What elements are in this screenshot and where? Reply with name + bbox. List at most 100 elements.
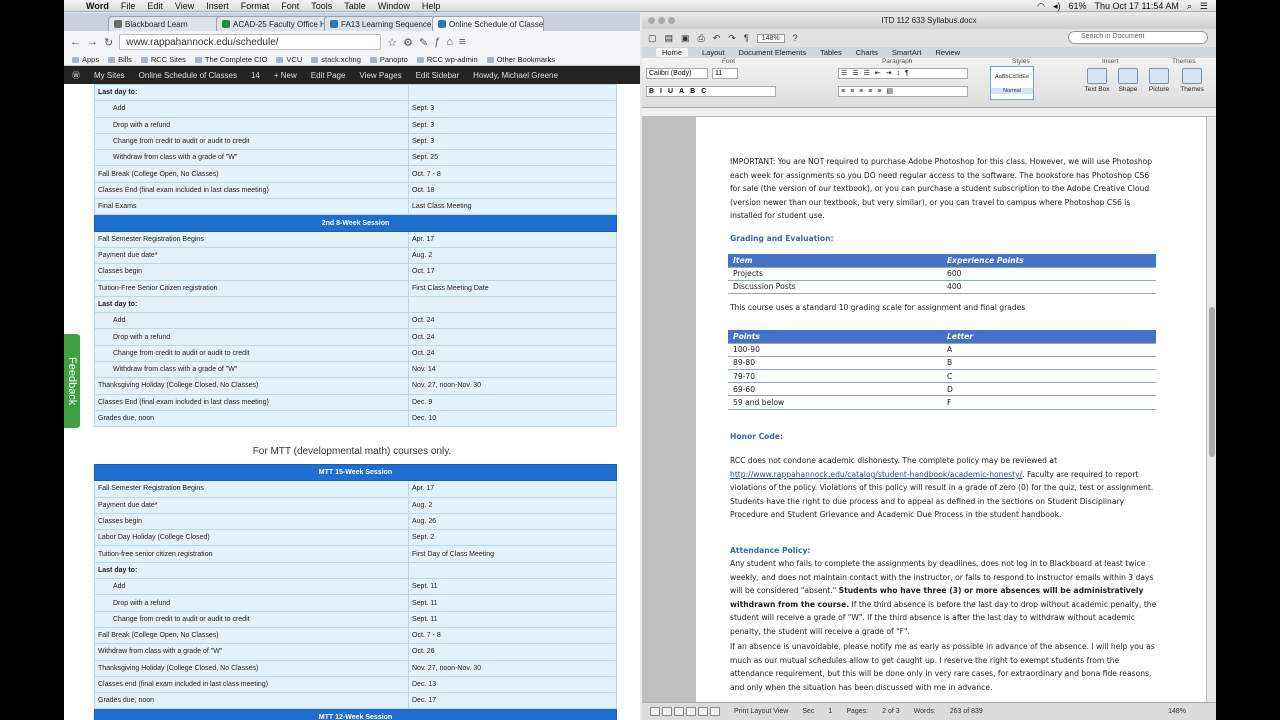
help-icon[interactable]: ? — [793, 33, 798, 43]
group-styles: Styles — [1012, 58, 1030, 65]
menu-help[interactable]: Help — [422, 1, 441, 11]
forward-icon[interactable]: → — [87, 36, 98, 48]
save-icon[interactable]: ▣ — [681, 33, 690, 44]
close-icon[interactable] — [648, 17, 655, 24]
zoom-select[interactable]: 148% — [756, 33, 785, 43]
bookmark-bills[interactable]: Bills — [108, 55, 132, 64]
redo-icon[interactable]: ↷ — [728, 33, 736, 44]
extension-icon[interactable]: ⚙ — [403, 36, 413, 49]
paragraph-marks-icon[interactable]: ¶ — [744, 33, 749, 43]
menu-icon[interactable]: ≡ — [459, 36, 465, 48]
ruler[interactable] — [642, 108, 1216, 117]
format-buttons[interactable]: BIUABC — [646, 86, 776, 97]
menu-edit[interactable]: Edit — [147, 1, 163, 11]
spotlight-icon[interactable]: ⌕ — [1187, 1, 1192, 12]
view-print-icon[interactable] — [686, 707, 696, 716]
reload-icon[interactable]: ↻ — [104, 36, 113, 49]
bookmark-rcc-sites[interactable]: RCC Sites — [141, 55, 186, 64]
bookmark-complete-cio[interactable]: The Complete CIO — [195, 55, 268, 64]
extension-icon[interactable]: ⌂ — [446, 36, 453, 48]
tab-fa13[interactable]: FA13 Learning Sequence — [324, 16, 436, 31]
document-page[interactable]: IMPORTANT: You are NOT required to purch… — [696, 117, 1208, 702]
extension-icon[interactable]: ƒ — [434, 36, 440, 48]
status-zoom[interactable]: 148% — [1168, 708, 1186, 715]
tab-blackboard[interactable]: Blackboard Learn — [108, 16, 220, 31]
grading-heading: Grading and Evaluation: — [730, 234, 834, 243]
menu-window[interactable]: Window — [378, 1, 410, 11]
tab-tables[interactable]: Tables — [820, 48, 842, 57]
extension-icon[interactable]: ✎ — [419, 36, 428, 49]
search-in-document[interactable]: Search in Document — [1068, 31, 1208, 44]
open-icon[interactable]: ▤ — [665, 33, 674, 44]
view-draft-icon[interactable] — [650, 707, 660, 716]
menu-insert[interactable]: Insert — [206, 1, 229, 11]
menu-view[interactable]: View — [175, 1, 194, 11]
bookmark-panopto[interactable]: Panopto — [370, 55, 408, 64]
wp-edit-sidebar[interactable]: Edit Sidebar — [416, 71, 460, 80]
menu-format[interactable]: Format — [241, 1, 270, 11]
bookmark-rcc-wp-admin[interactable]: RCC wp-admin — [417, 55, 478, 64]
new-icon[interactable]: ▢ — [648, 33, 657, 44]
volume-icon[interactable]: ◂) — [1053, 1, 1061, 12]
view-fullscreen-icon[interactable] — [710, 707, 720, 716]
bookmark-other[interactable]: Other Bookmarks — [487, 55, 555, 64]
font-name-select[interactable]: Calibri (Body) — [646, 68, 708, 79]
tab-smartart[interactable]: SmartArt — [892, 48, 922, 57]
table-row: Discussion Posts 400 — [728, 280, 1156, 295]
text-box-button[interactable]: Text Box — [1082, 68, 1112, 93]
event-cell: Classes End (final exam included in last… — [94, 181, 409, 200]
picture-button[interactable]: Picture — [1144, 68, 1174, 93]
battery-level[interactable]: 61% — [1068, 1, 1086, 11]
wordpress-icon[interactable]: Ⓦ — [72, 70, 80, 81]
wp-site-name[interactable]: Online Schedule of Classes — [139, 71, 237, 80]
themes-button[interactable]: Themes — [1176, 68, 1208, 93]
print-icon[interactable]: ⎙ — [698, 33, 705, 44]
bookmark-vcu[interactable]: VCU — [276, 55, 302, 64]
style-normal[interactable]: AaBbCcDdEe Normal — [990, 66, 1034, 100]
wp-updates-count[interactable]: 14 — [251, 71, 260, 80]
back-icon[interactable]: ← — [70, 36, 81, 48]
address-bar[interactable]: www.rappahannock.edu/schedule/ — [119, 34, 382, 50]
clock[interactable]: Thu Oct 17 11:54 AM — [1094, 1, 1178, 11]
vertical-scrollbar[interactable] — [1206, 117, 1216, 702]
tab-review[interactable]: Review — [935, 48, 960, 57]
undo-icon[interactable]: ↶ — [713, 33, 721, 44]
minimize-icon[interactable] — [658, 17, 665, 24]
table-cell: A — [942, 343, 1156, 357]
align-buttons[interactable]: ≡≡≡≡≡▤ — [838, 86, 968, 97]
wifi-icon[interactable]: ◠ — [1037, 1, 1045, 12]
menu-tools[interactable]: Tools — [311, 1, 332, 11]
tab-home[interactable]: Home — [656, 48, 689, 57]
tab-layout[interactable]: Layout — [702, 48, 725, 57]
menu-font[interactable]: Font — [281, 1, 299, 11]
wp-my-sites[interactable]: My Sites — [94, 71, 125, 80]
honesty-policy-link[interactable]: http://www.rappahannock.edu/catalog/stud… — [730, 470, 1022, 479]
bookmark-star-icon[interactable]: ☆ — [387, 36, 397, 49]
table-row: 59 and below F — [728, 395, 1156, 410]
menu-table[interactable]: Table — [344, 1, 366, 11]
tab-charts[interactable]: Charts — [856, 48, 878, 57]
view-notebook-icon[interactable] — [698, 707, 708, 716]
list-buttons[interactable]: ☰☰☰⇤⇥↕¶ — [838, 68, 968, 79]
wp-new[interactable]: + New — [274, 71, 297, 80]
notifications-icon[interactable]: ☰ — [1200, 1, 1208, 12]
shape-button[interactable]: Shape — [1114, 68, 1142, 93]
menu-file[interactable]: File — [121, 1, 136, 11]
view-publishing-icon[interactable] — [674, 707, 684, 716]
tab-acad25[interactable]: ACAD-25 Faculty Office H — [216, 16, 328, 31]
tab-document-elements[interactable]: Document Elements — [739, 48, 807, 57]
scroll-thumb[interactable] — [1209, 307, 1215, 457]
font-size-select[interactable]: 11 — [712, 68, 738, 79]
menu-app[interactable]: Word — [86, 1, 109, 11]
wp-view-pages[interactable]: View Pages — [359, 71, 401, 80]
bookmark-stackxchng[interactable]: stack.xchng — [311, 55, 361, 64]
view-outline-icon[interactable] — [662, 707, 672, 716]
tab-schedule[interactable]: Online Schedule of Classes — [432, 16, 544, 31]
wp-howdy[interactable]: Howdy, Michael Greene — [473, 71, 558, 80]
wp-edit-page[interactable]: Edit Page — [311, 71, 346, 80]
feedback-tab[interactable]: Feedback — [64, 334, 80, 428]
event-cell: Fall Break (College Open, No Classes) — [94, 165, 409, 183]
bookmark-apps[interactable]: Apps — [72, 55, 99, 64]
event-cell: Thanksgiving Holiday (College Closed, No… — [94, 659, 409, 677]
zoom-icon[interactable] — [668, 17, 675, 24]
